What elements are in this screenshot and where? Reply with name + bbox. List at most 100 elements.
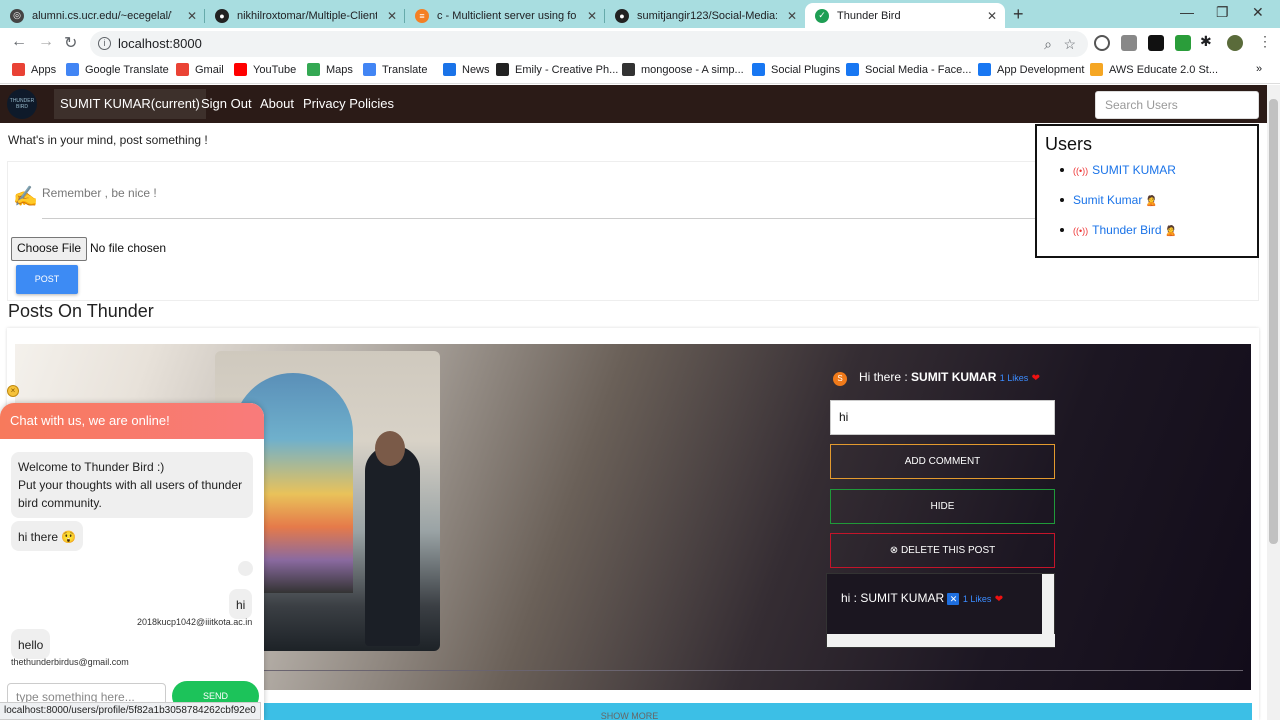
chat-widget: Chat with us, we are online! Welcome to … bbox=[0, 403, 264, 720]
post-likes[interactable]: 1 Likes bbox=[1000, 373, 1029, 383]
site-navbar: THUNDER BIRD SUMIT KUMAR(current) Sign O… bbox=[0, 85, 1267, 123]
browser-tab-strip: ◎ alumni.cs.ucr.edu/~ecegelal/TAfi ✕ ● n… bbox=[0, 0, 1280, 28]
user-emoji-icon: 🙎 bbox=[1145, 196, 1158, 207]
comments-list[interactable]: hi : SUMIT KUMAR ✕ 1 Likes ❤ bbox=[826, 573, 1055, 648]
close-tab-icon[interactable]: ✕ bbox=[587, 9, 597, 23]
bookmark-icon bbox=[752, 63, 765, 76]
hand-writing-icon: ✍ bbox=[13, 186, 38, 208]
browser-tab[interactable]: ● sumitjangir123/Social-Media: thi ✕ bbox=[605, 3, 805, 28]
bookmarks-more-button[interactable]: » bbox=[1256, 63, 1262, 75]
zoom-icon[interactable]: ⌕ bbox=[1044, 31, 1052, 57]
bookmark-item[interactable]: Translate bbox=[363, 63, 427, 76]
post-text-input[interactable]: Remember , be nice ! bbox=[42, 186, 157, 200]
page-scrollbar[interactable] bbox=[1267, 85, 1280, 720]
privacy-link[interactable]: Privacy Policies bbox=[303, 96, 394, 111]
bookmark-icon bbox=[622, 63, 635, 76]
heart-icon[interactable]: ❤ bbox=[1032, 373, 1040, 384]
post-author-link[interactable]: SUMIT KUMAR bbox=[911, 370, 996, 384]
bookmark-item[interactable]: Maps bbox=[307, 63, 353, 76]
chat-close-icon[interactable]: × bbox=[7, 385, 19, 397]
site-logo[interactable]: THUNDER BIRD bbox=[7, 89, 37, 119]
current-user-link[interactable]: SUMIT KUMAR(current) bbox=[54, 89, 206, 119]
comment-likes[interactable]: 1 Likes bbox=[963, 594, 992, 604]
chat-header[interactable]: Chat with us, we are online! bbox=[0, 403, 264, 439]
vertical-scrollbar[interactable] bbox=[1042, 574, 1054, 635]
browser-tab-active[interactable]: ✓ Thunder Bird ✕ bbox=[805, 3, 1005, 28]
close-window-icon[interactable]: ✕ bbox=[1252, 4, 1264, 21]
address-bar[interactable]: i localhost:8000 ⌕ ☆ bbox=[90, 31, 1088, 57]
browser-tab[interactable]: ≡ c - Multiclient server using fork() ✕ bbox=[405, 3, 605, 28]
browser-toolbar: ← → ↻ i localhost:8000 ⌕ ☆ ✱ ⋮ bbox=[0, 28, 1280, 58]
bookmark-label: AWS Educate 2.0 St... bbox=[1109, 63, 1219, 76]
extension-icon[interactable] bbox=[1148, 35, 1164, 51]
extension-icon[interactable] bbox=[1121, 35, 1137, 51]
bookmark-item[interactable]: Social Media - Face... bbox=[846, 63, 971, 76]
choose-file-button[interactable]: Choose File bbox=[11, 237, 88, 261]
browser-tab[interactable]: ● nikhilroxtomar/Multiple-Client-S ✕ bbox=[205, 3, 405, 28]
menu-icon[interactable]: ⋮ bbox=[1258, 33, 1272, 50]
chat-message: Welcome to Thunder Bird :) Put your thou… bbox=[11, 452, 253, 518]
post-text: Hi there : SUMIT KUMAR 1 Likes ❤ bbox=[859, 370, 1040, 384]
bookmark-item[interactable]: Social Plugins bbox=[752, 63, 840, 76]
extension-icon[interactable] bbox=[1094, 35, 1110, 51]
bookmark-item[interactable]: Emily - Creative Ph... bbox=[496, 63, 618, 76]
maximize-icon[interactable]: ❐ bbox=[1216, 4, 1229, 21]
bookmark-star-icon[interactable]: ☆ bbox=[1063, 31, 1076, 57]
horizontal-scrollbar[interactable] bbox=[827, 634, 1055, 647]
reload-icon[interactable]: ↻ bbox=[64, 33, 77, 53]
delete-comment-icon[interactable]: ✕ bbox=[947, 593, 960, 605]
tab-title: c - Multiclient server using fork() bbox=[437, 9, 577, 22]
bookmark-item[interactable]: News bbox=[443, 63, 490, 76]
bookmark-icon bbox=[234, 63, 247, 76]
close-tab-icon[interactable]: ✕ bbox=[187, 9, 197, 23]
profile-avatar[interactable] bbox=[1227, 35, 1243, 51]
sign-out-link[interactable]: Sign Out bbox=[201, 96, 252, 111]
hide-button[interactable]: HIDE bbox=[830, 489, 1055, 524]
bookmark-icon bbox=[496, 63, 509, 76]
close-tab-icon[interactable]: ✕ bbox=[987, 9, 997, 23]
bookmark-item[interactable]: Google Translate bbox=[66, 63, 169, 76]
heart-icon[interactable]: ❤ bbox=[995, 594, 1003, 605]
close-tab-icon[interactable]: ✕ bbox=[787, 9, 797, 23]
user-item[interactable]: ((•)) Thunder Bird 🙎 bbox=[1060, 223, 1177, 237]
bookmark-item[interactable]: Apps bbox=[12, 63, 56, 76]
chat-message: hi bbox=[229, 589, 253, 619]
user-item[interactable]: Sumit Kumar 🙎 bbox=[1060, 193, 1158, 207]
globe-icon: ◎ bbox=[10, 8, 24, 23]
comment-item: hi : SUMIT KUMAR ✕ 1 Likes ❤ bbox=[841, 591, 1003, 605]
chat-message: hi there 😲 bbox=[11, 521, 84, 551]
search-users-input[interactable]: Search Users bbox=[1095, 91, 1259, 119]
forward-icon[interactable]: → bbox=[38, 33, 54, 51]
bookmark-label: Apps bbox=[31, 63, 57, 76]
new-tab-button[interactable]: + bbox=[1013, 4, 1024, 25]
bookmark-icon bbox=[443, 63, 456, 76]
bookmark-label: mongoose - A simp... bbox=[641, 63, 744, 76]
user-item[interactable]: ((•)) SUMIT KUMAR bbox=[1060, 163, 1176, 177]
bookmark-label: Gmail bbox=[195, 63, 224, 76]
close-circle-icon: ⊗ bbox=[889, 545, 899, 556]
comment-input[interactable]: hi bbox=[830, 400, 1055, 435]
bookmark-icon bbox=[12, 63, 25, 76]
bookmark-item[interactable]: Gmail bbox=[176, 63, 224, 76]
about-link[interactable]: About bbox=[260, 96, 294, 111]
add-comment-button[interactable]: ADD COMMENT bbox=[830, 444, 1055, 479]
minimize-icon[interactable]: — bbox=[1180, 4, 1194, 20]
bookmark-item[interactable]: mongoose - A simp... bbox=[622, 63, 744, 76]
bookmark-item[interactable]: App Development bbox=[978, 63, 1084, 76]
bookmark-label: YouTube bbox=[253, 63, 297, 76]
delete-post-button[interactable]: ⊗ DELETE THIS POST bbox=[830, 533, 1055, 568]
scrollbar-thumb[interactable] bbox=[1269, 99, 1278, 544]
site-info-icon[interactable]: i bbox=[98, 37, 111, 50]
github-icon: ● bbox=[615, 8, 629, 23]
puzzle-icon[interactable]: ✱ bbox=[1200, 33, 1216, 49]
post-button[interactable]: POST bbox=[16, 265, 78, 294]
status-bar: localhost:8000/users/profile/5f82a1b3058… bbox=[0, 702, 261, 720]
extension-icon[interactable] bbox=[1175, 35, 1191, 51]
back-icon[interactable]: ← bbox=[11, 33, 27, 51]
bookmarks-bar: Apps Google Translate Gmail YouTube Maps Tran… bbox=[0, 58, 1280, 84]
browser-tab[interactable]: ◎ alumni.cs.ucr.edu/~ecegelal/TAfi ✕ bbox=[0, 3, 205, 28]
tab-title: alumni.cs.ucr.edu/~ecegelal/TAfi bbox=[32, 9, 172, 22]
bookmark-item[interactable]: YouTube bbox=[234, 63, 296, 76]
bookmark-item[interactable]: AWS Educate 2.0 St... bbox=[1090, 63, 1218, 76]
close-tab-icon[interactable]: ✕ bbox=[387, 9, 397, 23]
